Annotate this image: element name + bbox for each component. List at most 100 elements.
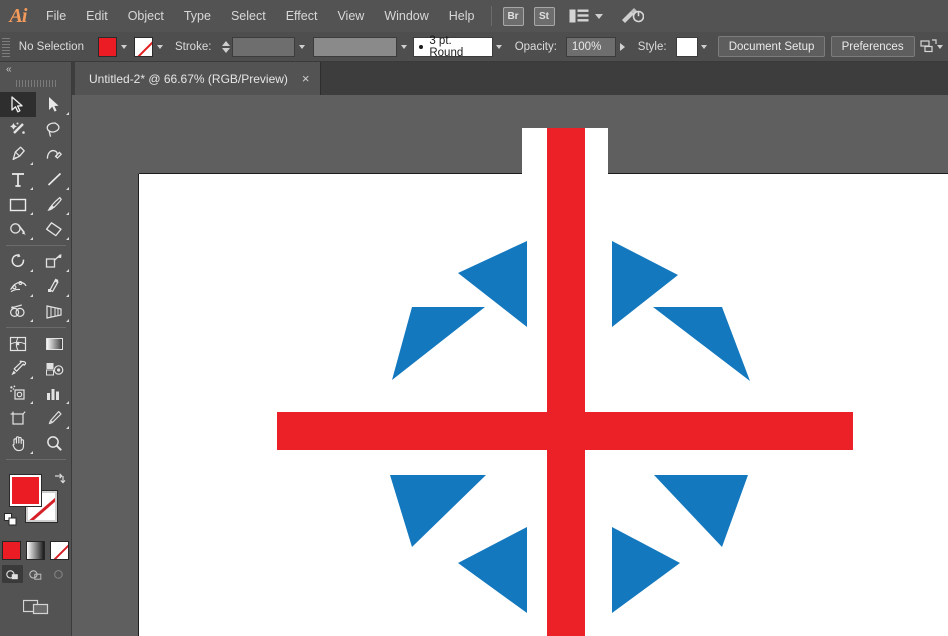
- fill-color-swatch[interactable]: [98, 36, 118, 57]
- menu-edit[interactable]: Edit: [76, 0, 118, 32]
- artwork-radial-cross-emblem[interactable]: [72, 95, 948, 636]
- gradient-mode-button[interactable]: [26, 541, 45, 560]
- color-mode-button[interactable]: [2, 541, 21, 560]
- document-setup-button[interactable]: Document Setup: [717, 36, 826, 57]
- none-mode-button[interactable]: [50, 541, 69, 560]
- stroke-dropdown-button[interactable]: [153, 37, 166, 57]
- fill-dropdown-button[interactable]: [117, 37, 130, 57]
- stroke-color-swatch[interactable]: [133, 36, 154, 57]
- pen-tool[interactable]: [0, 142, 36, 167]
- width-tool[interactable]: [0, 274, 36, 299]
- document-tab-label: Untitled-2* @ 66.67% (RGB/Preview): [89, 71, 288, 86]
- gradient-tool[interactable]: [36, 331, 72, 356]
- free-transform-tool[interactable]: [36, 274, 72, 299]
- opacity-input[interactable]: 100%: [565, 36, 616, 57]
- default-fill-stroke-icon[interactable]: [4, 513, 17, 526]
- draw-inside-button[interactable]: [48, 565, 69, 583]
- close-icon[interactable]: ×: [302, 72, 310, 85]
- menu-effect[interactable]: Effect: [276, 0, 328, 32]
- slice-tool[interactable]: [36, 406, 72, 431]
- tool-group-indicator: [66, 212, 69, 215]
- change-screen-mode-button[interactable]: [22, 597, 49, 621]
- tool-group-indicator: [30, 162, 33, 165]
- scale-tool[interactable]: [36, 249, 72, 274]
- arrange-documents-icon[interactable]: [568, 8, 590, 24]
- zoom-tool[interactable]: [36, 431, 72, 456]
- column-graph-tool[interactable]: [36, 381, 72, 406]
- artboard-tool[interactable]: [0, 406, 36, 431]
- drawing-mode-row: [0, 565, 71, 583]
- menu-file[interactable]: File: [36, 0, 76, 32]
- tool-group-indicator: [30, 451, 33, 454]
- chevron-down-icon[interactable]: [937, 44, 944, 49]
- shape-builder-tool[interactable]: [0, 299, 36, 324]
- magic-wand-tool[interactable]: [0, 117, 36, 142]
- control-bar: No Selection Stroke: 3 pt. Round Opacity…: [0, 32, 948, 62]
- symbol-sprayer-tool[interactable]: [0, 381, 36, 406]
- tool-group-indicator: [66, 112, 69, 115]
- hand-tool[interactable]: [0, 431, 36, 456]
- shaper-tool[interactable]: [0, 217, 36, 242]
- menu-window[interactable]: Window: [374, 0, 438, 32]
- eraser-tool[interactable]: [36, 217, 72, 242]
- menu-divider: [490, 6, 492, 26]
- workspace-switcher-icon[interactable]: [619, 6, 645, 26]
- canvas-area[interactable]: [72, 95, 948, 636]
- stroke-profile-dropdown-button[interactable]: [397, 37, 410, 57]
- tool-grid: [0, 92, 72, 463]
- chevron-down-icon[interactable]: [594, 13, 603, 19]
- menu-view[interactable]: View: [327, 0, 374, 32]
- chevron-down-icon: [496, 44, 503, 49]
- preferences-button[interactable]: Preferences: [830, 36, 915, 57]
- tool-group-indicator: [30, 401, 33, 404]
- stroke-profile-select[interactable]: [312, 36, 398, 57]
- fill-color-swatch[interactable]: [9, 474, 42, 507]
- rotate-tool[interactable]: [0, 249, 36, 274]
- stepper-down-icon: [222, 47, 231, 53]
- line-segment-tool[interactable]: [36, 167, 72, 192]
- tool-group-indicator: [66, 187, 69, 190]
- stepper-up-icon: [222, 40, 231, 46]
- direct-selection-tool[interactable]: [36, 92, 72, 117]
- rectangle-tool[interactable]: [0, 192, 36, 217]
- curvature-tool[interactable]: [36, 142, 72, 167]
- graphic-style-swatch[interactable]: [675, 36, 698, 57]
- tool-group-indicator: [30, 187, 33, 190]
- perspective-grid-tool[interactable]: [36, 299, 72, 324]
- align-to-selection-icon[interactable]: [920, 37, 937, 57]
- brush-definition-select[interactable]: 3 pt. Round: [413, 35, 493, 59]
- menu-help[interactable]: Help: [439, 0, 485, 32]
- selection-tool[interactable]: [0, 92, 36, 117]
- bridge-button[interactable]: Br: [502, 6, 524, 26]
- swap-fill-stroke-icon[interactable]: [52, 472, 66, 486]
- tool-divider: [6, 327, 66, 328]
- mesh-tool[interactable]: [0, 331, 36, 356]
- blend-tool[interactable]: [36, 356, 72, 381]
- stroke-weight-input[interactable]: [231, 36, 296, 57]
- tool-divider: [6, 459, 66, 460]
- draw-behind-button[interactable]: [25, 565, 46, 583]
- stroke-weight-dropdown-button[interactable]: [295, 37, 308, 57]
- brush-stroke-icon: [419, 44, 424, 49]
- style-dropdown-button[interactable]: [698, 37, 711, 57]
- stock-button[interactable]: St: [533, 6, 555, 26]
- tool-group-indicator: [30, 237, 33, 240]
- brush-dropdown-button[interactable]: [493, 37, 506, 57]
- draw-normal-button[interactable]: [2, 565, 23, 583]
- menu-object[interactable]: Object: [118, 0, 174, 32]
- paintbrush-tool[interactable]: [36, 192, 72, 217]
- opacity-expand-button[interactable]: [616, 37, 629, 57]
- style-label: Style:: [637, 40, 667, 53]
- eyedropper-tool[interactable]: [0, 356, 36, 381]
- double-chevron-left-icon[interactable]: «: [6, 65, 11, 75]
- stroke-weight-stepper[interactable]: [220, 37, 231, 57]
- menu-type[interactable]: Type: [174, 0, 221, 32]
- tools-panel-grip[interactable]: [15, 78, 56, 88]
- tools-panel-header: «: [0, 62, 71, 78]
- type-tool[interactable]: [0, 167, 36, 192]
- document-tab[interactable]: Untitled-2* @ 66.67% (RGB/Preview) ×: [75, 62, 321, 95]
- lasso-tool[interactable]: [36, 117, 72, 142]
- control-bar-grip[interactable]: [2, 34, 10, 59]
- document-tab-bar: Untitled-2* @ 66.67% (RGB/Preview) ×: [0, 62, 948, 95]
- menu-select[interactable]: Select: [221, 0, 276, 32]
